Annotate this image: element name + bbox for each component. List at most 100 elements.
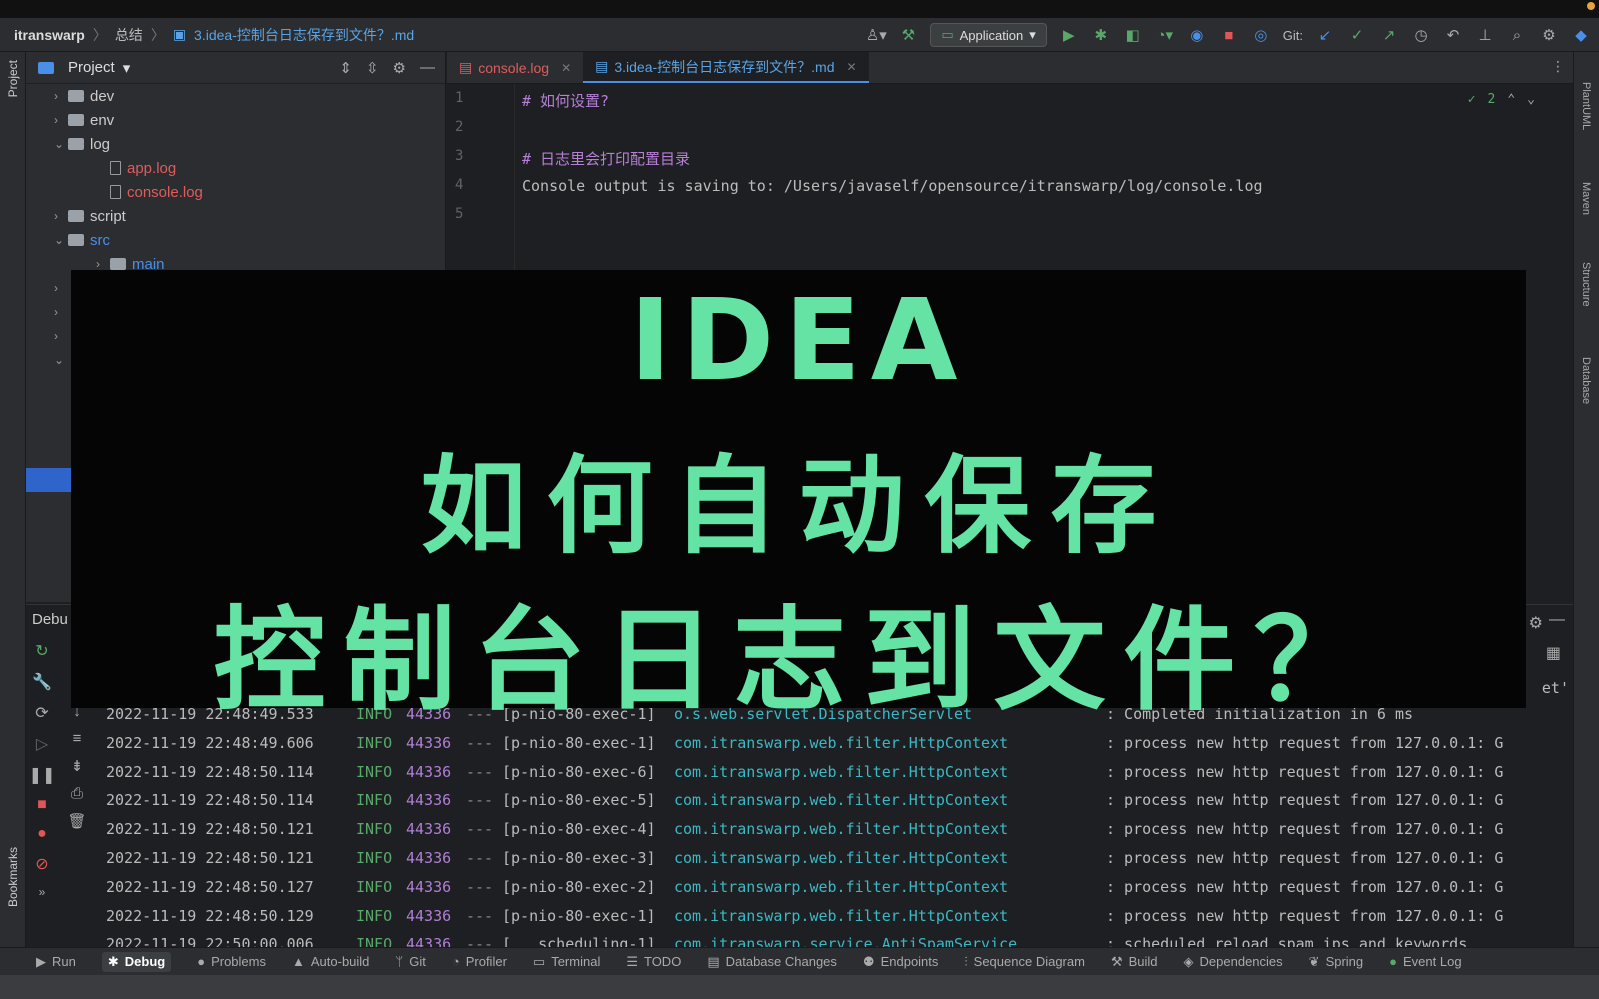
expand-all-icon[interactable]: ⇕	[339, 59, 352, 77]
editor-tab-markdown[interactable]: ▤ 3.idea-控制台日志保存到文件？.md ✕	[583, 52, 869, 83]
breadcrumb: itranswarp 〉 总结 〉 ▣ 3.idea-控制台日志保存到文件？.m…	[0, 25, 414, 45]
tree-item-dev[interactable]: › dev	[26, 84, 445, 108]
tool-window-event-log[interactable]: ● Event Log	[1389, 954, 1461, 969]
tree-item-script[interactable]: › script	[26, 204, 445, 228]
console-log-line: 2022-11-19 22:48:49.606 INFO 44336 --- [p-ni…	[106, 734, 1576, 763]
search-everywhere-circle-icon[interactable]: ◎	[1251, 25, 1271, 45]
chevron-right-icon: ›	[54, 89, 58, 103]
print-icon[interactable]: ⎙	[71, 785, 83, 802]
tool-window-debug[interactable]: ✱ Debug	[101, 951, 172, 972]
close-icon[interactable]: ✕	[847, 60, 857, 74]
rerun-icon[interactable]: ↻	[35, 641, 48, 661]
view-breakpoints-icon[interactable]: ●	[37, 825, 47, 843]
attach-icon[interactable]: ◉	[1187, 25, 1207, 45]
code-line: # 如何设置?	[522, 92, 610, 110]
coverage-icon[interactable]: ◧	[1123, 25, 1143, 45]
tool-window-git[interactable]: ᛘ Git	[395, 954, 425, 969]
collapse-all-icon[interactable]: ⇳	[366, 59, 379, 77]
ide-logo-icon[interactable]: ◆	[1571, 25, 1591, 45]
soft-wrap-icon[interactable]: ≡	[73, 730, 82, 747]
tree-item-src[interactable]: ⌄ src	[26, 228, 445, 252]
tool-window-run[interactable]: ▶ Run	[36, 954, 76, 970]
tree-item-env[interactable]: › env	[26, 108, 445, 132]
tool-window-dependencies[interactable]: ◈ Dependencies	[1184, 954, 1283, 970]
log-pid: 44336	[406, 848, 452, 867]
tree-item-app-log[interactable]: app.log	[26, 156, 445, 180]
tree-item-console-log[interactable]: console.log	[26, 180, 445, 204]
stop-icon[interactable]: ■	[37, 796, 47, 814]
database-tool-tab[interactable]: Database	[1580, 357, 1592, 404]
editor-tab-console-log[interactable]: ▤ console.log ✕	[447, 52, 583, 83]
inspection-widget[interactable]: ✓ 2 ⌃ ⌄	[1468, 92, 1535, 107]
plantuml-tool-tab[interactable]: PlantUML	[1580, 82, 1592, 130]
profile-icon[interactable]: ◔▾	[1155, 25, 1175, 45]
run-configuration-label: Application	[959, 27, 1024, 43]
inspection-count: 2	[1487, 92, 1496, 107]
endpoints-icon: ⚉	[862, 953, 875, 969]
tool-window-auto-build[interactable]: ▲ Auto-build	[292, 954, 369, 969]
log-thread: [p-nio-80-exec-2]	[502, 877, 656, 896]
vcs-branch-icon[interactable]: ⊥	[1475, 25, 1495, 45]
chevron-down-icon[interactable]: ▾	[123, 59, 131, 77]
build-hammer-icon[interactable]: ⚒	[898, 25, 918, 45]
editor-tabs: ▤ console.log ✕ ▤ 3.idea-控制台日志保存到文件？.md ✕ ⋮	[447, 52, 1573, 84]
mute-breakpoints-icon[interactable]: ⊘	[35, 854, 48, 874]
log-level: INFO	[356, 733, 393, 752]
debug-actions: ↻ 🔧 ⟳ ▷ ❚❚ ■ ● ⊘ »	[26, 641, 58, 941]
stop-icon[interactable]: ■	[1219, 25, 1239, 45]
rollback-icon[interactable]: ↶	[1443, 25, 1463, 45]
debug-tool-title[interactable]: Debu	[32, 611, 68, 628]
minimize-icon[interactable]: —	[420, 59, 435, 77]
chevron-up-icon[interactable]: ⌃	[1507, 92, 1515, 107]
project-panel-title[interactable]: Project	[68, 59, 115, 76]
run-icon[interactable]: ▶	[1059, 25, 1079, 45]
pause-icon[interactable]: ❚❚	[29, 765, 56, 785]
log-dash: ---	[466, 848, 494, 867]
scroll-to-end-icon[interactable]: ⇟	[71, 757, 84, 775]
tool-window-sequence-diagram[interactable]: ⫶ Sequence Diagram	[964, 954, 1085, 970]
tool-window-database-changes[interactable]: ▤ Database Changes	[707, 954, 837, 970]
git-update-icon[interactable]: ↙	[1315, 25, 1335, 45]
git-push-icon[interactable]: ↗	[1379, 25, 1399, 45]
gear-icon[interactable]: ⚙	[1529, 613, 1543, 633]
console-output[interactable]: 2022-11-19 22:48:49.533 INFO 44336 --- [p-ni…	[106, 705, 1576, 964]
breadcrumb-project[interactable]: itranswarp	[14, 27, 85, 43]
tool-window-problems[interactable]: ● Problems	[197, 954, 266, 969]
close-icon[interactable]: ✕	[561, 61, 571, 75]
tool-window-terminal[interactable]: ▭ Terminal	[533, 954, 600, 970]
tree-item-log[interactable]: ⌄ log	[26, 132, 445, 156]
breadcrumb-folder[interactable]: 总结	[115, 25, 143, 45]
refresh-icon[interactable]: ⟳	[35, 703, 48, 723]
log-level: INFO	[356, 791, 393, 810]
structure-tool-tab[interactable]: Structure	[1580, 262, 1592, 307]
maven-tool-tab[interactable]: Maven	[1580, 182, 1592, 215]
layout-icon[interactable]: ▦	[1546, 643, 1561, 663]
debug-bug-icon[interactable]: ✱	[1091, 25, 1111, 45]
more-vertical-icon[interactable]: ⋮	[1551, 58, 1565, 75]
tool-window-profiler[interactable]: ◔ Profiler	[452, 954, 507, 969]
log-pid: 44336	[406, 733, 452, 752]
build-icon: ⚒	[1110, 953, 1123, 969]
log-dash: ---	[466, 762, 494, 781]
chevron-down-icon[interactable]: ⌄	[1527, 92, 1535, 107]
tree-item-label: src	[90, 231, 110, 249]
wrench-icon[interactable]: 🔧	[32, 672, 52, 692]
tool-window-build[interactable]: ⚒ Build	[1111, 954, 1158, 970]
git-commit-icon[interactable]: ✓	[1347, 25, 1367, 45]
resume-icon[interactable]: ▷	[36, 734, 48, 754]
run-configuration-select[interactable]: ▭ Application ▾	[930, 23, 1047, 47]
search-icon[interactable]: ⌕	[1507, 25, 1527, 45]
history-icon[interactable]: ◷	[1411, 25, 1431, 45]
tool-window-todo[interactable]: ☰ TODO	[626, 954, 681, 970]
bookmarks-tool-tab[interactable]: Bookmarks	[6, 847, 20, 907]
gear-icon[interactable]: ⚙	[1539, 25, 1559, 45]
minimize-icon[interactable]: —	[1549, 611, 1565, 629]
breadcrumb-file[interactable]: 3.idea-控制台日志保存到文件？.md	[194, 25, 414, 45]
user-icon[interactable]: ♙▾	[866, 25, 887, 45]
tool-window-spring[interactable]: ❦ Spring	[1309, 954, 1363, 970]
trash-icon[interactable]: 🗑	[67, 812, 86, 830]
project-tool-tab[interactable]: Project	[6, 60, 20, 97]
gear-icon[interactable]: ⚙	[393, 59, 406, 77]
tool-window-endpoints[interactable]: ⚉ Endpoints	[863, 954, 938, 970]
more-icon[interactable]: »	[39, 885, 46, 899]
